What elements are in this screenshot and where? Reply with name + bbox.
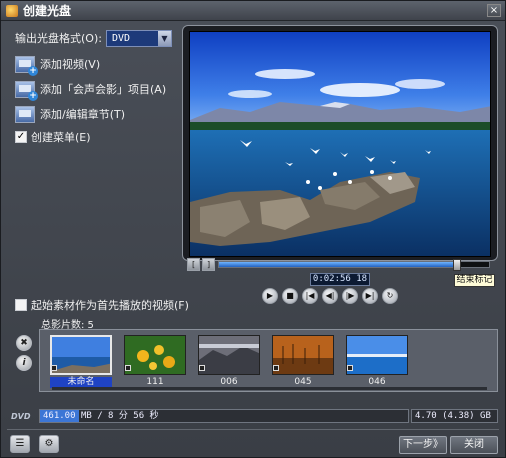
mark-out-button[interactable]: ] (202, 258, 215, 271)
title-bar: 创建光盘 × (1, 1, 505, 21)
clip-thumbnail[interactable]: 111 (124, 335, 186, 387)
clip-thumbnail[interactable]: 046 (346, 335, 408, 387)
clip-marker-icon (199, 365, 205, 371)
add-video-label: 添加视频(V) (40, 58, 101, 71)
add-video-button[interactable]: + 添加视频(V) (15, 53, 175, 76)
format-row: 输出光盘格式(O): DVD ▼ (15, 29, 175, 47)
transport-controls: ▶ ■ |◀ ◀| |▶ ▶| ↻ (262, 285, 412, 307)
clip-marker-icon (125, 365, 131, 371)
close-window-button[interactable]: × (487, 4, 501, 17)
scrub-progress (219, 262, 457, 267)
repeat-button[interactable]: ↻ (382, 288, 398, 304)
capacity-total: 4.70 (4.38) GB (411, 409, 498, 423)
close-button[interactable]: 关闭 (450, 436, 498, 454)
add-edit-chapter-label: 添加/编辑章节(T) (40, 108, 126, 121)
clip-marker-icon (347, 365, 353, 371)
clip-image (198, 335, 260, 375)
create-menu-label: 创建菜单(E) (31, 131, 91, 144)
first-play-label: 起始素材作为首先播放的视频(F) (31, 299, 189, 312)
mark-in-button[interactable]: [ (187, 258, 200, 271)
clip-image (346, 335, 408, 375)
clip-marker-icon (51, 365, 57, 371)
delete-clip-button[interactable]: ✖ (16, 335, 32, 351)
chevron-down-icon[interactable]: ▼ (157, 30, 171, 46)
clip-image (124, 335, 186, 375)
next-frame-button[interactable]: |▶ (342, 288, 358, 304)
previous-frame-button[interactable]: ◀| (322, 288, 338, 304)
left-panel: 输出光盘格式(O): DVD ▼ + 添加视频(V) + 添加「会声会影」项目(… (15, 29, 175, 145)
format-select[interactable]: DVD ▼ (105, 29, 172, 47)
video-preview (182, 25, 498, 261)
settings-button[interactable]: ⚙ (39, 435, 59, 453)
create-disc-window: 创建光盘 × 输出光盘格式(O): DVD ▼ + 添加视频(V) + 添加「会… (0, 0, 506, 458)
clip-image (272, 335, 334, 375)
dvd-logo: DVD (11, 411, 31, 421)
add-edit-chapter-button[interactable]: 添加/编辑章节(T) (15, 103, 175, 125)
capacity-used-text: 461.00 MB / 8 分 56 秒 (43, 410, 159, 422)
capacity-bar: DVD 461.00 MB / 8 分 56 秒 4.70 (4.38) GB (11, 409, 498, 423)
scrub-handle[interactable] (453, 259, 461, 271)
chapter-icon (15, 105, 35, 123)
menu-list-button[interactable]: ☰ (10, 435, 30, 453)
add-project-icon: + (15, 80, 38, 101)
window-title: 创建光盘 (23, 4, 72, 18)
add-project-button[interactable]: + 添加「会声会影」项目(A) (15, 78, 175, 101)
play-button[interactable]: ▶ (262, 288, 278, 304)
capacity-meter: 461.00 MB / 8 分 56 秒 (39, 409, 409, 423)
format-label: 输出光盘格式(O): (15, 32, 102, 45)
clip-thumbnail[interactable]: 006 (198, 335, 260, 387)
add-project-label: 添加「会声会影」项目(A) (40, 83, 167, 96)
scrub-bar: [ ] (182, 257, 498, 273)
create-menu-checkbox-row[interactable]: ✓ 创建菜单(E) (15, 129, 175, 145)
go-to-start-button[interactable]: |◀ (302, 288, 318, 304)
first-play-checkbox[interactable] (15, 299, 27, 311)
bottom-separator (7, 429, 499, 430)
stop-button[interactable]: ■ (282, 288, 298, 304)
scrub-track[interactable] (218, 259, 490, 271)
clip-thumbnail[interactable]: 未命名 (50, 335, 112, 388)
create-menu-checkbox[interactable]: ✓ (15, 131, 27, 143)
go-to-end-button[interactable]: ▶| (362, 288, 378, 304)
next-step-button[interactable]: 下一步》 (399, 436, 447, 454)
clip-marker-icon (273, 365, 279, 371)
format-value: DVD (111, 32, 131, 44)
first-play-checkbox-row[interactable]: 起始素材作为首先播放的视频(F) (15, 297, 189, 313)
capacity-used-mb: 461.00 (43, 411, 76, 421)
add-video-icon: + (15, 55, 38, 76)
clip-thumbnail[interactable]: 045 (272, 335, 334, 387)
end-mark-tooltip: 结束标记 (454, 274, 495, 287)
clip-info-button[interactable]: i (16, 355, 32, 371)
capacity-used-duration: MB / 8 分 56 秒 (80, 411, 159, 421)
clip-strip-scrollbar[interactable] (52, 387, 487, 390)
clip-strip: 未命名 111 006 045 046 (39, 329, 498, 392)
clip-image (50, 335, 112, 375)
preview-image (189, 31, 491, 257)
app-logo-icon (6, 4, 18, 17)
